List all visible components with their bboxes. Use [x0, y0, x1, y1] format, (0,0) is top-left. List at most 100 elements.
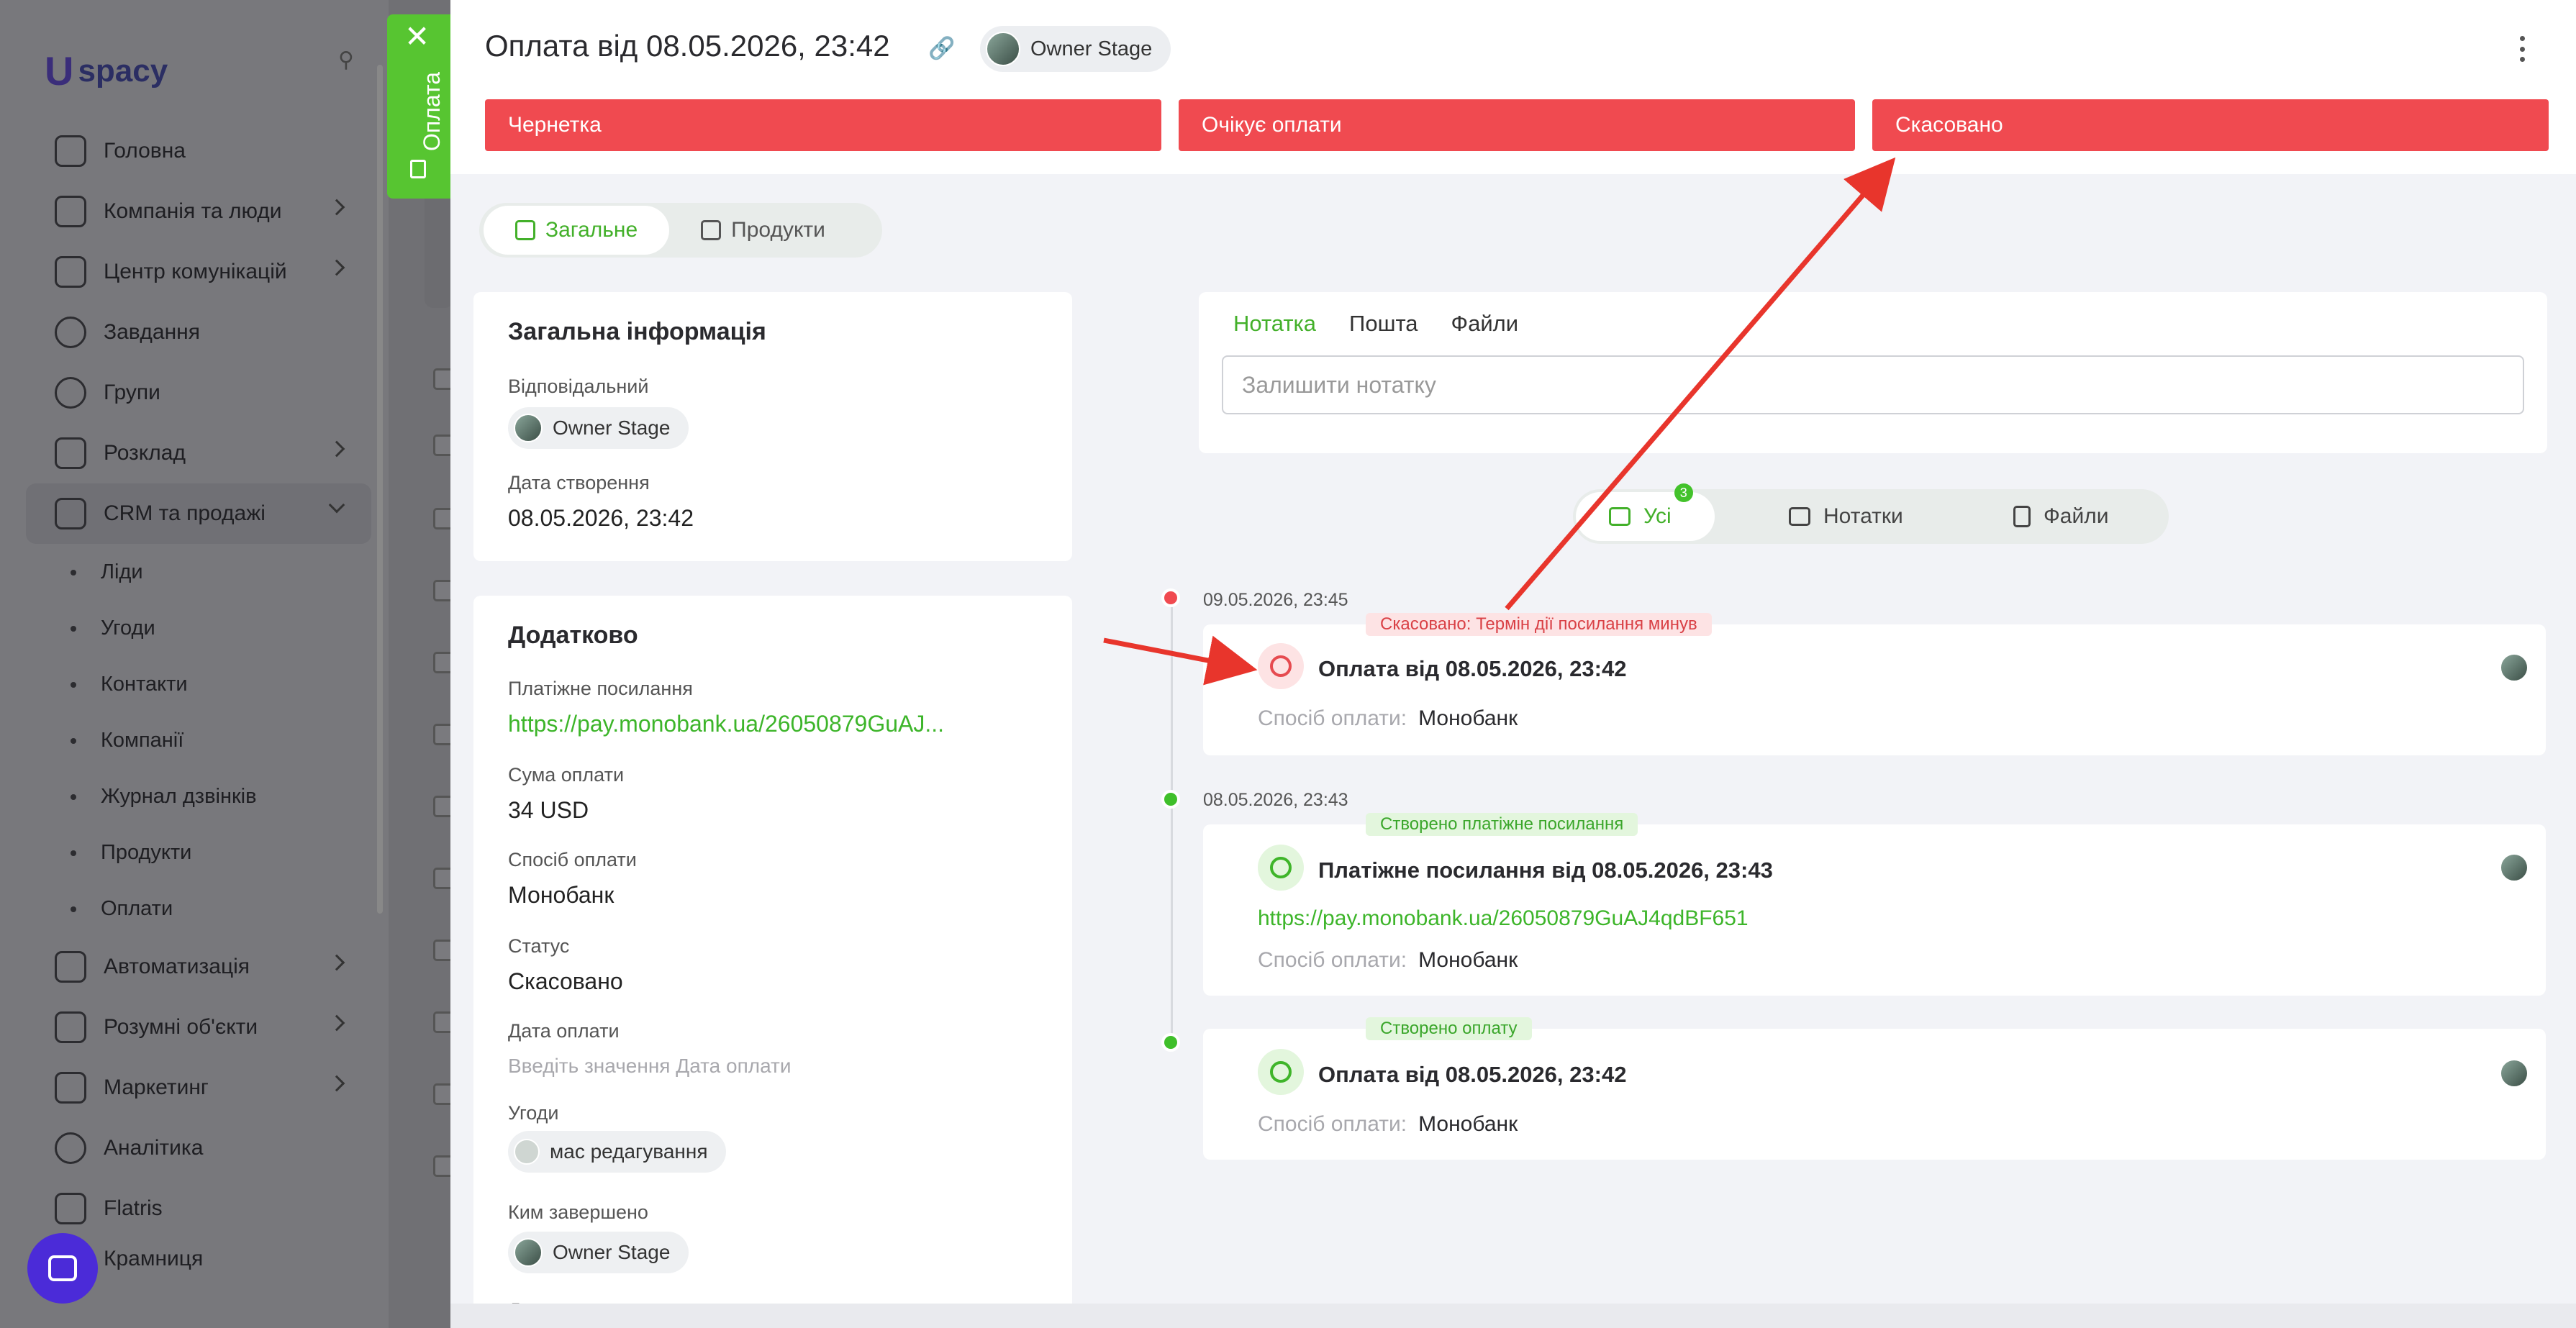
sidebar-item-flatris[interactable]: Flatris [26, 1178, 371, 1239]
count-badge: 3 [1674, 483, 1693, 502]
completed-by-label: Ким завершено [508, 1201, 648, 1223]
users-icon [55, 377, 86, 409]
background-list [389, 0, 455, 1328]
timeline-event-payment-created[interactable]: Створено оплату Оплата від 08.05.2026, 2… [1203, 1017, 2546, 1160]
owner-name: Owner Stage [1030, 37, 1153, 60]
file-icon [2013, 506, 2031, 527]
event-method: Спосіб оплати: Монобанк [1258, 948, 1518, 972]
company-icon [55, 196, 86, 227]
tab-files[interactable]: Файли [1451, 311, 1519, 337]
deal-avatar [514, 1139, 540, 1165]
amount-label: Сума оплати [508, 764, 625, 786]
sidebar-item-schedule[interactable]: Розклад [26, 423, 371, 483]
stage-bar: Чернетка Очікує оплати Скасовано [485, 99, 2549, 151]
card-title: Додатково [508, 622, 638, 649]
timeline-line [1171, 604, 1173, 1036]
note-card: Нотатка Пошта Файли Залишити нотатку [1199, 292, 2547, 453]
event-title: Оплата від 08.05.2026, 23:42 [1318, 656, 1627, 681]
avatar [514, 1238, 543, 1267]
sidebar-subitem-payments[interactable]: Оплати [26, 881, 371, 937]
sidebar-subitem-products[interactable]: Продукти [26, 824, 371, 881]
panel-side-tab[interactable]: ✕ Оплата [387, 14, 450, 199]
filter-tab-notes[interactable]: Нотатки [1789, 492, 1903, 541]
filter-tab-all[interactable]: Усі 3 [1576, 483, 1715, 541]
close-icon[interactable]: ✕ [404, 22, 430, 52]
general-info-card: Загальна інформація Відповідальний Owner… [473, 292, 1072, 561]
event-method: Спосіб оплати: Монобанк [1258, 706, 1518, 730]
tab-mail[interactable]: Пошта [1349, 311, 1418, 337]
timeline-dot [1161, 1033, 1180, 1052]
event-method: Спосіб оплати: Монобанк [1258, 1112, 1518, 1136]
timeline-event-cancelled[interactable]: Скасовано: Термін дії посилання минув Оп… [1203, 613, 2546, 755]
sidebar-subitem-deals[interactable]: Угоди [26, 600, 371, 656]
avatar [986, 32, 1020, 66]
paid-date-input[interactable]: Введіть значення Дата оплати [508, 1055, 792, 1078]
tab-note[interactable]: Нотатка [1233, 311, 1316, 337]
home-icon [55, 135, 86, 167]
owner-chip[interactable]: Owner Stage [980, 26, 1171, 72]
stage-draft[interactable]: Чернетка [485, 99, 1161, 151]
completed-by-chip[interactable]: Owner Stage [508, 1232, 689, 1273]
document-icon [410, 160, 426, 178]
sidebar-item-communications[interactable]: Центр комунікацій [26, 242, 371, 302]
link-icon[interactable]: 🔗 [928, 36, 955, 60]
status-value: Скасовано [508, 968, 623, 994]
sidebar-item-analytics[interactable]: Аналітика [26, 1118, 371, 1178]
tab-products[interactable]: Продукти [669, 206, 857, 255]
sidebar-item-tasks[interactable]: Завдання [26, 302, 371, 363]
card-title: Загальна інформація [508, 318, 766, 345]
sidebar: U spacy ⚲ Головна Компанія та люди Центр… [0, 0, 389, 1328]
tab-general[interactable]: Загальне [484, 206, 670, 255]
comment-icon [1789, 507, 1810, 526]
sidebar-scrollbar[interactable] [377, 65, 383, 914]
stage-cancelled[interactable]: Скасовано [1872, 99, 2549, 151]
lightning-icon [55, 951, 86, 983]
filter-tab-files[interactable]: Файли [2013, 492, 2109, 541]
stage-awaiting-payment[interactable]: Очікує оплати [1179, 99, 1855, 151]
avatar [2500, 1059, 2529, 1088]
list-icon [1609, 507, 1631, 526]
sidebar-item-company[interactable]: Компанія та люди [26, 181, 371, 242]
amount-value: 34 USD [508, 797, 589, 823]
event-tag: Скасовано: Термін дії посилання минув [1366, 613, 1712, 636]
sidebar-subitem-contacts[interactable]: Контакти [26, 656, 371, 712]
logo-mark-icon: U [45, 48, 74, 94]
event-tag: Створено платіжне посилання [1366, 813, 1638, 836]
sidebar-item-groups[interactable]: Групи [26, 363, 371, 423]
chevron-right-icon [328, 199, 345, 216]
method-label: Спосіб оплати [508, 849, 637, 870]
sidebar-item-home[interactable]: Головна [26, 121, 371, 181]
event-payment-link[interactable]: https://pay.monobank.ua/26050879GuAJ4qdB… [1258, 906, 1749, 931]
timeline-time: 09.05.2026, 23:45 [1203, 590, 1348, 610]
chevron-right-icon [328, 954, 345, 971]
sidebar-item-smart-objects[interactable]: Розумні об'єкти [26, 997, 371, 1058]
main-tabs: Загальне Продукти [479, 203, 882, 258]
page-title: Оплата від 08.05.2026, 23:42 [485, 29, 890, 63]
paid-date-label: Дата оплати [508, 1020, 620, 1042]
chat-icon [48, 1255, 77, 1281]
timeline-dot [1161, 588, 1180, 607]
pin-icon[interactable]: ⚲ [338, 47, 360, 76]
avatar [514, 414, 543, 442]
brand-logo[interactable]: U spacy [45, 47, 168, 94]
sidebar-subitem-call-log[interactable]: Журнал дзвінків [26, 768, 371, 824]
support-chat-button[interactable] [27, 1233, 98, 1304]
responsible-chip[interactable]: Owner Stage [508, 407, 689, 449]
sidebar-item-automation[interactable]: Автоматизація [26, 937, 371, 997]
more-menu-icon[interactable] [2520, 36, 2526, 62]
smart-object-icon [55, 1011, 86, 1043]
event-title: Платіжне посилання від 08.05.2026, 23:43 [1318, 858, 1773, 883]
timeline-event-link-created[interactable]: Створено платіжне посилання Платіжне пос… [1203, 813, 2546, 996]
marketing-icon [55, 1072, 86, 1104]
note-input[interactable]: Залишити нотатку [1222, 355, 2524, 414]
sidebar-item-marketing[interactable]: Маркетинг [26, 1058, 371, 1118]
timeline-filter-tabs: Усі 3 Нотатки Файли [1573, 483, 2169, 544]
payment-link[interactable]: https://pay.monobank.ua/26050879GuAJ... [508, 711, 944, 737]
chevron-right-icon [328, 259, 345, 276]
panel-header: Оплата від 08.05.2026, 23:42 🔗 Owner Sta… [450, 0, 2576, 174]
sidebar-item-crm[interactable]: CRM та продажі [26, 483, 371, 544]
sidebar-subitem-companies[interactable]: Компанії [26, 712, 371, 768]
additional-card: Додатково Платіжне посилання https://pay… [473, 596, 1072, 1328]
deal-chip[interactable]: мас редагування [508, 1131, 727, 1173]
sidebar-subitem-leads[interactable]: Ліди [26, 544, 371, 600]
